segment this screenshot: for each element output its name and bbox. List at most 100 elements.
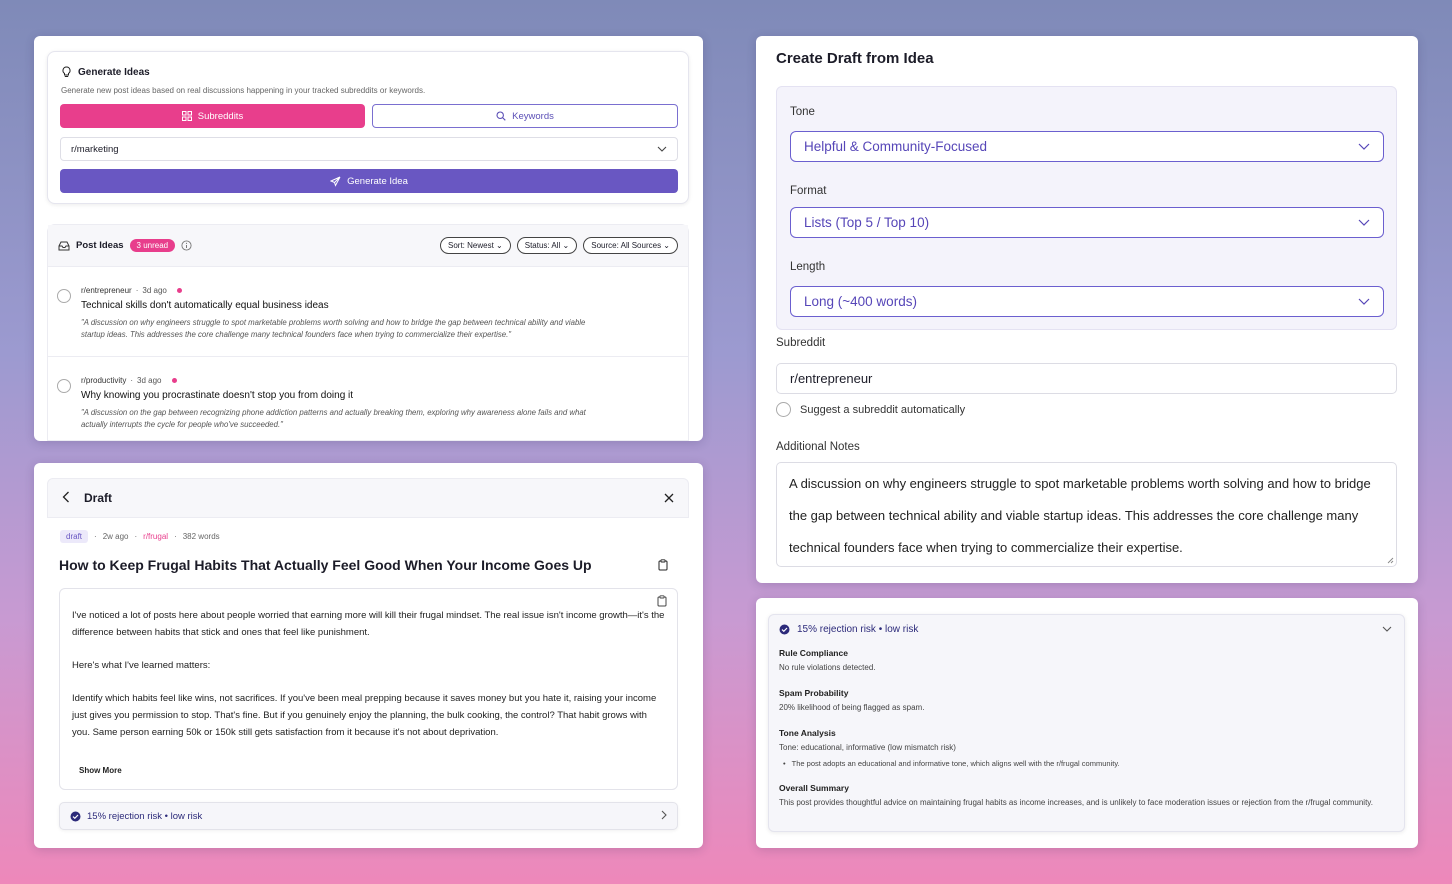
tone-select-value: Helpful & Community-Focused <box>804 139 988 154</box>
generate-ideas-subtitle: Generate new post ideas based on real di… <box>61 86 426 95</box>
unread-badge: 3 unread <box>129 239 176 252</box>
draft-body: I've noticed a lot of posts here about p… <box>59 588 678 790</box>
chevron-down-icon <box>657 146 667 152</box>
overall-summary-value: This post provides thoughtful advice on … <box>779 798 1373 807</box>
risk-analysis-box: 15% rejection risk • low risk Rule Compl… <box>768 614 1405 832</box>
idea-title: Why knowing you procrastinate doesn't st… <box>81 390 354 401</box>
idea-meta: r/productivity · 3d ago <box>81 376 177 385</box>
chevron-down-icon: ⌄ <box>562 241 570 250</box>
search-icon <box>496 111 506 121</box>
resize-handle-icon[interactable] <box>1386 556 1394 564</box>
meta-separator: · <box>135 286 139 295</box>
subreddit-input-value: r/entrepreneur <box>790 371 873 386</box>
meta-separator: · <box>94 532 97 541</box>
source-filter[interactable]: Source: All Sources ⌄ <box>583 237 678 254</box>
subreddit-select-value: r/marketing <box>71 143 119 155</box>
subreddit-label: Subreddit <box>776 337 826 349</box>
subreddit-select[interactable]: r/marketing <box>60 137 678 161</box>
tone-label: Tone <box>790 106 815 118</box>
chevron-down-icon <box>1358 219 1370 226</box>
meta-separator: · <box>174 532 177 541</box>
copy-icon[interactable] <box>657 595 667 613</box>
format-select-value: Lists (Top 5 / Top 10) <box>804 215 930 230</box>
idea-subreddit: r/productivity <box>81 376 127 385</box>
generate-ideas-title: Generate Ideas <box>78 66 150 78</box>
inbox-icon <box>58 241 70 250</box>
spam-probability-value: 20% likelihood of being flagged as spam. <box>779 703 925 712</box>
copy-icon[interactable] <box>658 558 668 576</box>
overall-summary-title: Overall Summary <box>779 783 849 793</box>
subreddit-input[interactable]: r/entrepreneur <box>776 363 1397 394</box>
notes-value: A discussion on why engineers struggle t… <box>789 476 1371 555</box>
tone-analysis-bullet-text: The post adopts an educational and infor… <box>791 759 1120 768</box>
rejection-risk-label: 15% rejection risk • low risk <box>87 810 203 822</box>
idea-meta: r/entrepreneur · 3d ago <box>81 286 182 295</box>
risk-panel: 15% rejection risk • low risk Rule Compl… <box>756 598 1418 848</box>
sort-filter[interactable]: Sort: Newest ⌄ <box>440 237 511 254</box>
draft-options-box: Tone Helpful & Community-Focused Format … <box>776 86 1397 330</box>
tone-select[interactable]: Helpful & Community-Focused <box>790 131 1384 162</box>
idea-subreddit: r/entrepreneur <box>81 286 132 295</box>
idea-checkbox[interactable] <box>57 379 71 393</box>
notes-label: Additional Notes <box>776 441 860 453</box>
chevron-down-icon <box>1358 143 1370 150</box>
generate-ideas-header: Generate Ideas <box>61 66 150 78</box>
chevron-right-icon <box>661 810 667 823</box>
chevron-down-icon: ⌄ <box>663 241 670 250</box>
meta-separator: · <box>134 532 138 541</box>
idea-checkbox[interactable] <box>57 289 71 303</box>
list-item[interactable]: r/entrepreneur · 3d ago Technical skills… <box>48 267 688 357</box>
generate-idea-label: Generate Idea <box>347 175 408 187</box>
draft-header: Draft <box>47 478 689 518</box>
sort-filter-label: Sort: Newest <box>448 241 494 250</box>
show-more-button[interactable]: Show More <box>79 762 122 779</box>
draft-paragraph: Here's what I've learned matters: <box>72 660 211 671</box>
rule-compliance-title: Rule Compliance <box>779 648 848 658</box>
subreddits-tab-button[interactable]: Subreddits <box>60 104 365 128</box>
back-icon[interactable] <box>62 491 70 506</box>
info-icon[interactable] <box>181 240 192 251</box>
idea-age: 3d ago <box>137 376 162 385</box>
list-item[interactable]: r/productivity · 3d ago Why knowing you … <box>48 357 688 441</box>
length-select[interactable]: Long (~400 words) <box>790 286 1384 317</box>
generate-ideas-card: Generate Ideas Generate new post ideas b… <box>47 51 689 204</box>
draft-age: 2w ago <box>102 532 129 541</box>
length-select-value: Long (~400 words) <box>804 294 917 309</box>
generate-idea-button[interactable]: Generate Idea <box>60 169 678 193</box>
suggest-subreddit-radio[interactable] <box>776 402 791 417</box>
suggest-subreddit-label: Suggest a subreddit automatically <box>800 403 966 416</box>
check-circle-icon <box>779 624 790 635</box>
rejection-risk-row[interactable]: 15% rejection risk • low risk <box>59 802 678 830</box>
format-select[interactable]: Lists (Top 5 / Top 10) <box>790 207 1384 238</box>
format-label: Format <box>790 185 827 197</box>
check-circle-icon <box>70 811 81 821</box>
rule-compliance-value: No rule violations detected. <box>779 663 876 672</box>
idea-description: "A discussion on why engineers struggle … <box>81 318 586 339</box>
draft-paragraph: I've noticed a lot of posts here about p… <box>72 610 665 638</box>
risk-header[interactable]: 15% rejection risk • low risk <box>779 624 918 635</box>
draft-subreddit[interactable]: r/frugal <box>143 532 168 541</box>
chevron-down-icon[interactable] <box>1382 624 1392 635</box>
close-icon[interactable] <box>664 490 674 506</box>
additional-notes-textarea[interactable]: A discussion on why engineers struggle t… <box>776 462 1397 567</box>
post-ideas-header: Post Ideas 3 unread Sort: Newest ⌄ Statu… <box>48 225 688 267</box>
bullet-dot: • <box>783 759 786 768</box>
status-filter[interactable]: Status: All ⌄ <box>516 237 578 254</box>
chevron-down-icon <box>1358 298 1370 305</box>
draft-paragraph: Identify which habits feel like wins, no… <box>72 693 657 738</box>
send-icon <box>330 176 341 187</box>
chevron-down-icon: ⌄ <box>496 241 503 250</box>
spam-probability-title: Spam Probability <box>779 688 849 698</box>
suggest-subreddit-option[interactable]: Suggest a subreddit automatically <box>776 402 965 417</box>
length-label: Length <box>790 261 826 273</box>
tone-analysis-title: Tone Analysis <box>779 728 836 738</box>
tone-analysis-value: Tone: educational, informative (low mism… <box>779 743 956 752</box>
post-ideas-list: Post Ideas 3 unread Sort: Newest ⌄ Statu… <box>47 224 689 441</box>
draft-word-count: 382 words <box>182 532 220 541</box>
ideas-panel: Generate Ideas Generate new post ideas b… <box>34 36 703 441</box>
draft-title: How to Keep Frugal Habits That Actually … <box>59 557 592 573</box>
create-draft-title: Create Draft from Idea <box>776 50 934 67</box>
keywords-tab-button[interactable]: Keywords <box>372 104 678 128</box>
status-filter-label: Status: All <box>524 241 561 250</box>
idea-age: 3d ago <box>142 286 167 295</box>
